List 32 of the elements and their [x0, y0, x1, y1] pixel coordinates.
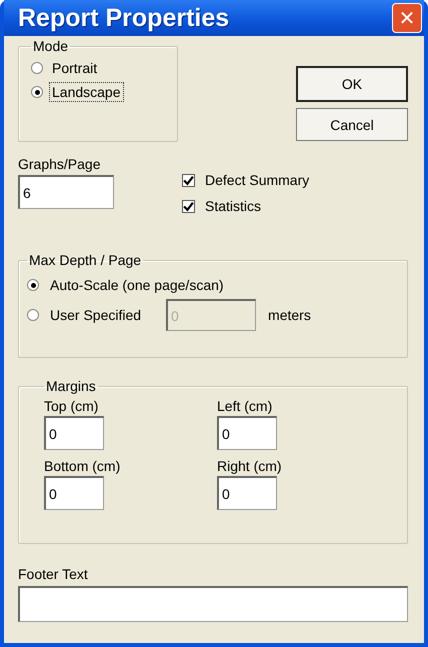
radio-label: Landscape [49, 82, 124, 102]
radio-button[interactable] [31, 86, 43, 98]
field-label: Right (cm) [217, 458, 283, 474]
field-label: Top (cm) [44, 398, 100, 414]
radio-button[interactable] [31, 62, 43, 74]
cancel-button[interactable]: Cancel [296, 108, 408, 141]
checkbox[interactable] [182, 200, 195, 212]
window-title: Report Properties [18, 4, 230, 32]
group-label: Margins [45, 378, 97, 394]
ok-button[interactable]: OK [296, 66, 408, 102]
input-field[interactable]: 0 [217, 416, 277, 450]
field-label: Graphs/Page [18, 156, 102, 172]
input-field[interactable]: 0 [217, 476, 277, 510]
radio-label: Portrait [51, 59, 98, 78]
radio-button[interactable] [27, 309, 39, 321]
checkbox-label: Defect Summary [205, 172, 310, 188]
field-label: Left (cm) [217, 398, 274, 414]
input-field[interactable]: 0 [44, 416, 104, 450]
field-label: Footer Text [18, 566, 89, 582]
checkbox-label: Statistics [205, 198, 262, 214]
radio-label: Auto-Scale (one page/scan) [49, 276, 225, 295]
input-field[interactable]: 0 [44, 476, 104, 510]
close-button[interactable]: ✕ [392, 3, 422, 33]
group-label: Mode [32, 38, 70, 54]
group-label: Max Depth / Page [28, 252, 142, 268]
unit-label: meters [268, 307, 311, 323]
input-field[interactable] [18, 586, 408, 622]
input-field[interactable]: 6 [18, 175, 114, 209]
radio-button[interactable] [27, 279, 39, 291]
radio-label: User Specified [49, 306, 142, 325]
field-label: Bottom (cm) [44, 458, 122, 474]
checkbox[interactable] [182, 174, 195, 186]
